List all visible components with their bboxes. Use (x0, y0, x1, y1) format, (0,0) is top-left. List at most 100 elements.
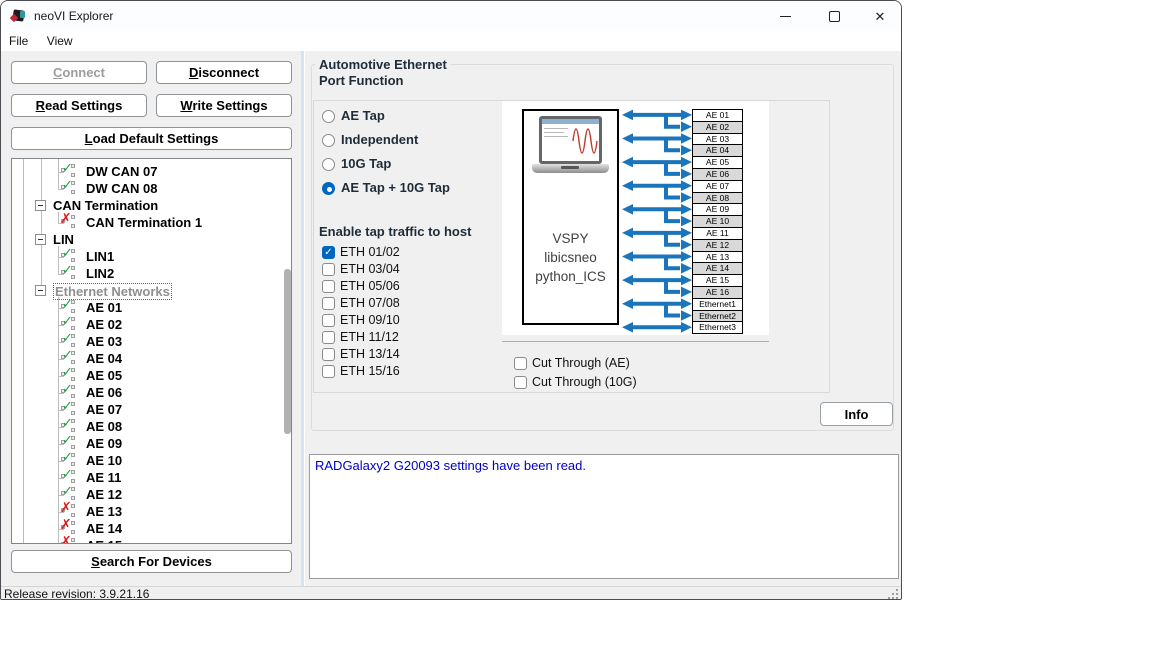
menu-bar: File View (1, 31, 901, 51)
collapse-icon[interactable] (35, 200, 46, 211)
status-bar: Release revision: 3.9.21.16 (1, 586, 901, 600)
tree-item-label: AE 05 (86, 367, 122, 384)
checkbox-eth-11-12[interactable]: ✓ (322, 331, 335, 344)
enabled-check-icon: ✓ (61, 317, 77, 332)
radio-ae-tap-10g-tap[interactable] (322, 182, 335, 195)
tree-item-label: AE 04 (86, 350, 122, 367)
tree-item-ae-14[interactable]: ✗AE 14 (12, 520, 291, 537)
enabled-check-icon: ✓ (61, 181, 77, 196)
tree-item-ae-15[interactable]: ✗AE 15 (12, 537, 291, 544)
message-text: RADGalaxy2 G20093 settings have been rea… (310, 455, 898, 476)
tree-item-ae-05[interactable]: ✓AE 05 (12, 367, 291, 384)
write-settings-button[interactable]: Write Settings (156, 94, 292, 117)
tree-scrollbar-thumb[interactable] (284, 269, 291, 434)
menu-view[interactable]: View (40, 31, 80, 51)
status-text: Release revision: 3.9.21.16 (4, 587, 149, 600)
radio-independent[interactable] (322, 134, 335, 147)
tap-arrows (502, 101, 769, 335)
disconnect-button[interactable]: Disconnect (156, 61, 292, 84)
neovi-explorer-window: neoVI Explorer ✕ File View Connect Discon… (0, 0, 902, 600)
tree-item-dw-can-07[interactable]: ✓DW CAN 07 (12, 163, 291, 180)
device-tree: ✓DW CAN 07✓DW CAN 08CAN Termination✗CAN … (11, 158, 292, 544)
tree-item-label: AE 09 (86, 435, 122, 452)
disabled-cross-icon: ✗ (61, 215, 77, 230)
tree-item-label: AE 12 (86, 486, 122, 503)
enabled-check-icon: ✓ (61, 249, 77, 264)
checkbox-label-eth-11-12: ETH 11/12 (340, 329, 399, 345)
checkbox-eth-03-04[interactable]: ✓ (322, 263, 335, 276)
checkbox-label-eth-05-06: ETH 05/06 (340, 278, 400, 294)
info-button[interactable]: Info (820, 402, 893, 426)
checkbox-eth-05-06[interactable]: ✓ (322, 280, 335, 293)
radio-ae-tap[interactable] (322, 110, 335, 123)
checkbox-eth-13-14[interactable]: ✓ (322, 348, 335, 361)
checkbox-cut-through-ae[interactable]: ✓ (514, 357, 527, 370)
window-title: neoVI Explorer (34, 1, 113, 31)
tree-item-label: AE 07 (86, 401, 122, 418)
checkbox-cut-through-10g[interactable]: ✓ (514, 376, 527, 389)
tree-item-ae-07[interactable]: ✓AE 07 (12, 401, 291, 418)
checkbox-eth-07-08[interactable]: ✓ (322, 297, 335, 310)
tree-item-can-termination[interactable]: CAN Termination (12, 197, 291, 214)
neovi-app-icon (11, 8, 27, 24)
enabled-check-icon: ✓ (61, 470, 77, 485)
group-title: Automotive Ethernet (315, 57, 451, 72)
connect-button[interactable]: Connect (11, 61, 147, 84)
tree-item-ae-08[interactable]: ✓AE 08 (12, 418, 291, 435)
tree-item-ethernet-networks[interactable]: Ethernet Networks (12, 282, 291, 299)
tree-item-label: AE 03 (86, 333, 122, 350)
tree-item-ae-11[interactable]: ✓ AE 11 (12, 469, 291, 486)
load-default-settings-button[interactable]: Load Default Settings (11, 127, 292, 150)
read-settings-button[interactable]: Read Settings (11, 94, 147, 117)
tree-item-ae-01[interactable]: ✓AE 01 (12, 299, 291, 316)
checkbox-label-cut-through-10g: Cut Through (10G) (532, 374, 637, 390)
tree-item-label: AE 06 (86, 384, 122, 401)
minimize-button[interactable] (762, 1, 808, 31)
checkbox-eth-09-10[interactable]: ✓ (322, 314, 335, 327)
diagram-separator (502, 341, 769, 342)
enabled-check-icon: ✓ (61, 266, 77, 281)
tree-item-ae-06[interactable]: ✓AE 06 (12, 384, 291, 401)
tree-item-label: AE 11 (86, 469, 121, 486)
radio-label-ae-tap: AE Tap (341, 108, 385, 124)
checkbox-eth-15-16[interactable]: ✓ (322, 365, 335, 378)
port-function-label: Port Function (319, 73, 404, 88)
checkbox-label-eth-09-10: ETH 09/10 (340, 312, 400, 328)
collapse-icon[interactable] (35, 234, 46, 245)
tree-item-lin2[interactable]: ✓LIN2 (12, 265, 291, 282)
tree-item-ae-02[interactable]: ✓AE 02 (12, 316, 291, 333)
tree-item-ae-13[interactable]: ✗AE 13 (12, 503, 291, 520)
enabled-check-icon: ✓ (61, 351, 77, 366)
collapse-icon[interactable] (35, 285, 46, 296)
tree-item-label: CAN Termination 1 (86, 214, 202, 231)
tree-item-dw-can-08[interactable]: ✓ DW CAN 08 (12, 180, 291, 197)
resize-grip-icon[interactable] (888, 589, 898, 599)
enabled-check-icon: ✓ (61, 419, 77, 434)
tree-item-ae-10[interactable]: ✓AE 10 (12, 452, 291, 469)
search-for-devices-button[interactable]: Search For Devices (11, 550, 292, 573)
tree-item-can-termination-1[interactable]: ✗ CAN Termination 1 (12, 214, 291, 231)
tree-item-label: AE 14 (86, 520, 122, 537)
minimize-icon (780, 16, 791, 17)
tree-item-label: AE 13 (86, 503, 122, 520)
tree-item-label: AE 01 (86, 299, 122, 316)
tree-item-ae-04[interactable]: ✓ AE 04 (12, 350, 291, 367)
checkbox-label-eth-03-04: ETH 03/04 (340, 261, 400, 277)
tree-item-label: DW CAN 08 (86, 180, 158, 197)
tree-item-ae-12[interactable]: ✓AE 12 (12, 486, 291, 503)
close-button[interactable]: ✕ (857, 1, 902, 31)
radio-label-ae-tap-10g-tap: AE Tap + 10G Tap (341, 180, 450, 196)
tree-item-lin1[interactable]: ✓LIN1 (12, 248, 291, 265)
radio-10g-tap[interactable] (322, 158, 335, 171)
tree-item-lin[interactable]: LIN (12, 231, 291, 248)
tree-item-ae-03[interactable]: ✓AE 03 (12, 333, 291, 350)
menu-file[interactable]: File (2, 31, 35, 51)
titlebar[interactable]: neoVI Explorer ✕ (1, 1, 901, 31)
panel-splitter[interactable] (301, 51, 305, 586)
tree-item-ae-09[interactable]: ✓AE 09 (12, 435, 291, 452)
checkbox-label-eth-15-16: ETH 15/16 (340, 363, 400, 379)
enabled-check-icon: ✓ (61, 164, 77, 179)
tree-item-label: AE 10 (86, 452, 122, 469)
maximize-button[interactable] (811, 1, 857, 31)
checkbox-eth-01-02[interactable]: ✓ (322, 246, 335, 259)
